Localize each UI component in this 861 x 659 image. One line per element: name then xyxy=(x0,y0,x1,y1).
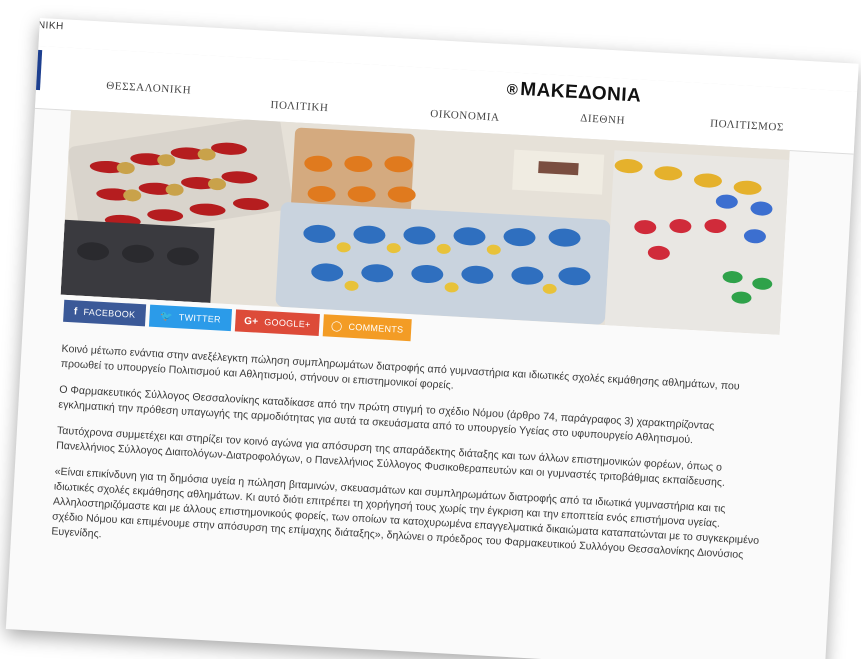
twitter-share-button[interactable]: 🐦 TWITTER xyxy=(148,304,233,332)
comments-button[interactable]: ◯ COMMENTS xyxy=(322,314,412,342)
nav-item-politics[interactable]: ΠΟΛΙΤΙΚΗ xyxy=(270,99,329,114)
hero-image xyxy=(60,109,790,335)
nav-item-world[interactable]: ΔΙΕΘΝΗ xyxy=(580,112,625,126)
logo-mark-icon: ® xyxy=(506,81,519,99)
facebook-icon: f xyxy=(73,305,78,318)
comments-label: COMMENTS xyxy=(348,321,404,335)
google-label: GOOGLE+ xyxy=(264,317,311,330)
nav-item-culture[interactable]: ΠΟΛΙΤΙΣΜΟΣ xyxy=(710,118,784,134)
google-share-button[interactable]: G+ GOOGLE+ xyxy=(234,309,320,337)
twitter-icon: 🐦 xyxy=(159,310,174,323)
share-bar: f FACEBOOK 🐦 TWITTER G+ GOOGLE+ ◯ COMMEN… xyxy=(63,299,412,342)
logo-text: ΜΑΚΕΔΟΝΙΑ xyxy=(519,78,642,107)
screenshot-frame: ΟΝΙΚΗ ®ΜΑΚΕΔΟΝΙΑ ΘΕΣΣΑΛΟΝΙΚΗ ΠΟΛΙΤΙΚΗ ΟΙ… xyxy=(0,0,861,659)
comment-bubble-icon: ◯ xyxy=(330,320,343,332)
google-plus-icon: G+ xyxy=(243,315,259,328)
nav-item-thessaloniki[interactable]: ΘΕΣΣΑΛΟΝΙΚΗ xyxy=(106,80,192,97)
facebook-label: FACEBOOK xyxy=(83,306,136,320)
article-body: Κοινό μέτωπο ενάντια στην ανεξέλεγκτη πώ… xyxy=(50,342,771,590)
pills-photo-icon xyxy=(60,109,790,335)
site-logo[interactable]: ®ΜΑΚΕΔΟΝΙΑ xyxy=(506,78,642,107)
nav-item-economy[interactable]: ΟΙΚΟΝΟΜΙΑ xyxy=(430,108,500,124)
menu-accent-bar[interactable] xyxy=(29,49,43,91)
twitter-label: TWITTER xyxy=(178,312,222,325)
news-page: ΟΝΙΚΗ ®ΜΑΚΕΔΟΝΙΑ ΘΕΣΣΑΛΟΝΙΚΗ ΠΟΛΙΤΙΚΗ ΟΙ… xyxy=(5,18,859,659)
facebook-share-button[interactable]: f FACEBOOK xyxy=(63,299,147,327)
city-tag[interactable]: ΟΝΙΚΗ xyxy=(29,19,64,32)
